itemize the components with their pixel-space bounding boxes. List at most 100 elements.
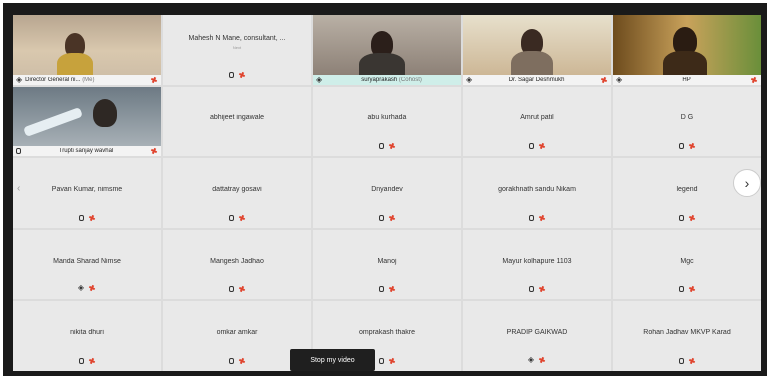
participant-status <box>313 143 461 150</box>
participant-status <box>613 143 761 150</box>
mic-icon <box>378 286 384 293</box>
camera-off-icon <box>239 72 246 78</box>
mic-icon <box>16 148 21 155</box>
participant-tile[interactable]: omkar amkar <box>163 301 311 371</box>
mic-icon <box>378 214 384 221</box>
tile-label: ◈ HP <box>613 74 761 85</box>
video-tile-trupti-wavhal[interactable]: Trupti sanjay wavhal <box>13 86 161 157</box>
audio-icon: ◈ <box>466 74 473 84</box>
tile-label: ◈ suryaprakash (Cohost) <box>313 74 461 85</box>
participant-status: ◈ <box>463 354 611 364</box>
participant-tile[interactable]: Rohan Jadhav MKVP Karad <box>613 301 761 371</box>
video-feed <box>13 86 161 147</box>
participant-status <box>463 286 611 293</box>
gallery-grid: ◈ Director General ni... (Me) Mahesh N M… <box>13 15 761 371</box>
participant-tile[interactable]: D G <box>613 86 761 157</box>
background-object <box>23 106 83 137</box>
participant-status <box>13 357 161 364</box>
participant-tile[interactable]: Mahesh N Mane, consultant, ... Next <box>163 15 311 85</box>
stop-video-button[interactable]: Stop my video <box>290 349 375 371</box>
camera-off-icon <box>389 215 396 221</box>
tile-name: HP <box>682 76 691 83</box>
camera-off-icon <box>89 358 96 364</box>
audio-icon: ◈ <box>77 283 85 293</box>
participant-tile[interactable]: dattatray gosavi <box>163 158 311 228</box>
camera-off-icon <box>751 77 758 83</box>
video-tile-director-general[interactable]: ◈ Director General ni... (Me) <box>13 15 161 85</box>
mic-icon <box>678 214 684 221</box>
mic-icon <box>378 143 384 150</box>
participant-name: omprakash thakre <box>358 329 416 337</box>
zoom-window: ◈ Director General ni... (Me) Mahesh N M… <box>3 3 767 376</box>
participant-tile[interactable]: Manoj <box>313 229 461 300</box>
mic-icon <box>228 214 234 221</box>
participant-status: ◈ <box>13 284 161 292</box>
participant-name: Rohan Jadhav MKVP Karad <box>643 329 731 337</box>
participant-name: Mgc <box>680 257 694 265</box>
participant-status <box>163 214 311 221</box>
participant-status <box>463 143 611 150</box>
participant-tile[interactable]: PRADIP GAIKWAD ◈ <box>463 301 611 371</box>
participant-tile[interactable]: Mgc <box>613 229 761 300</box>
participant-status <box>463 214 611 221</box>
participant-name: Manoj <box>377 257 397 265</box>
camera-off-icon <box>539 357 546 363</box>
participant-status <box>613 286 761 293</box>
camera-off-icon <box>89 215 96 221</box>
participant-tile[interactable]: Mangesh Jadhao <box>163 229 311 300</box>
chevron-right-icon[interactable]: › <box>733 169 761 197</box>
participant-tile[interactable]: Mayur kolhapure 1103 <box>463 229 611 300</box>
camera-off-icon <box>689 143 696 149</box>
audio-icon: ◈ <box>527 354 535 364</box>
participant-status <box>613 214 761 221</box>
video-feed <box>613 15 761 81</box>
camera-off-icon <box>239 358 246 364</box>
audio-icon: ◈ <box>16 74 23 84</box>
camera-off-icon <box>239 286 246 292</box>
participant-name: abhijeet ingawale <box>209 114 265 122</box>
participant-tile[interactable]: Dnyandev <box>313 158 461 228</box>
camera-off-icon <box>389 358 396 364</box>
tile-label: ◈ Dr. Sagar Deshmukh <box>463 74 611 85</box>
participant-tile[interactable]: gorakhnath sandu Nikam <box>463 158 611 228</box>
chevron-left-icon[interactable]: ‹ <box>17 183 20 194</box>
camera-off-icon <box>539 143 546 149</box>
participant-figure <box>93 98 117 127</box>
participant-tile[interactable]: abu kurhada <box>313 86 461 157</box>
participant-name: Amrut patil <box>520 114 554 122</box>
camera-off-icon <box>89 285 96 291</box>
camera-off-icon <box>601 77 608 83</box>
participant-tile[interactable]: Amrut patil <box>463 86 611 157</box>
mic-icon <box>78 214 84 221</box>
camera-off-icon <box>389 286 396 292</box>
tile-name: Director General ni... <box>25 76 81 83</box>
tile-name: Trupti sanjay wavhal <box>58 148 114 155</box>
participant-tile[interactable]: Manda Sharad Nimse ◈ <box>13 229 161 300</box>
video-tile-hp[interactable]: ◈ HP <box>613 15 761 85</box>
participant-tile[interactable]: nikita dhuri <box>13 301 161 371</box>
video-tile-suryaprakash[interactable]: ◈ suryaprakash (Cohost) <box>313 15 461 85</box>
participant-name: Mayur kolhapure 1103 <box>502 257 572 265</box>
participant-tile[interactable]: abhijeet ingawale <box>163 86 311 157</box>
tile-tag: (Cohost) <box>398 76 422 83</box>
camera-off-icon <box>389 143 396 149</box>
participant-name: PRADIP GAIKWAD <box>506 329 568 337</box>
participant-name: gorakhnath sandu Nikam <box>498 186 576 194</box>
video-tile-sagar-deshmukh[interactable]: ◈ Dr. Sagar Deshmukh <box>463 15 611 85</box>
mic-icon <box>678 357 684 364</box>
participant-name: dattatray gosavi <box>212 186 262 194</box>
mic-icon <box>678 286 684 293</box>
participant-status <box>313 214 461 221</box>
participant-status <box>163 286 311 293</box>
tile-name: Dr. Sagar Deshmukh <box>508 76 565 83</box>
audio-icon: ◈ <box>316 74 323 84</box>
camera-off-icon <box>151 148 158 154</box>
participant-name: omkar amkar <box>216 329 258 337</box>
tile-tag: (Me) <box>82 76 95 83</box>
participant-tile[interactable]: Pavan Kumar, nimsme <box>13 158 161 228</box>
participant-name: Pavan Kumar, nimsme <box>51 186 123 194</box>
participant-subtitle: Next <box>232 45 242 51</box>
camera-off-icon <box>689 215 696 221</box>
participant-name: D G <box>680 114 694 122</box>
mic-icon <box>678 143 684 150</box>
